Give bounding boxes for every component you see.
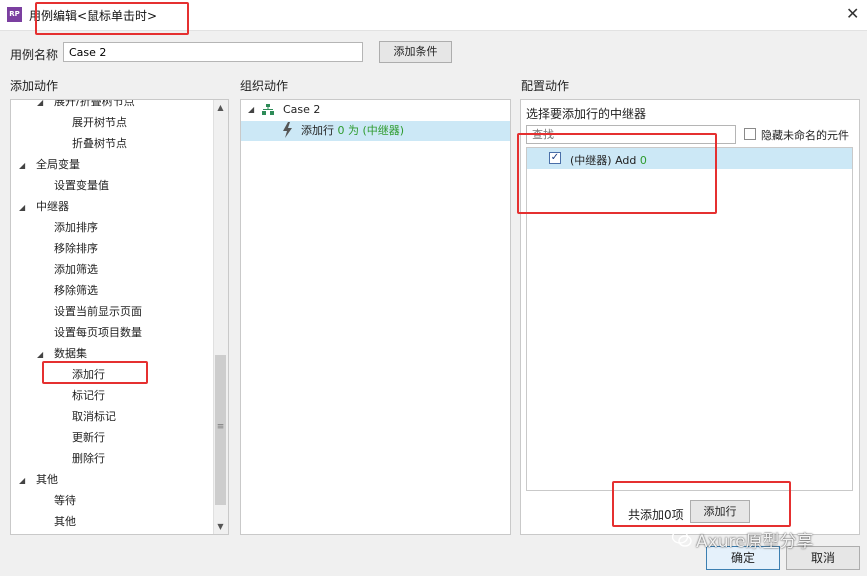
tree-item[interactable]: 移除排序: [54, 239, 98, 259]
tree-item[interactable]: 删除行: [72, 449, 105, 469]
add-action-title: 添加动作: [10, 79, 59, 93]
configure-action-title: 配置动作: [521, 79, 570, 93]
tree-expand-triangle-icon[interactable]: ◢: [19, 476, 25, 485]
tree-item[interactable]: 等待: [54, 491, 76, 511]
tree-expand-triangle-icon[interactable]: ◢: [19, 203, 25, 212]
repeater-checkbox[interactable]: ✓: [549, 152, 561, 164]
tree-item[interactable]: 更新行: [72, 428, 105, 448]
case-node[interactable]: Case 2: [283, 100, 320, 120]
case-name-label: 用例名称: [10, 48, 59, 62]
scrollbar-grip-icon: ≡: [216, 422, 225, 432]
added-count-text: 共添加0项: [628, 508, 684, 522]
tree-expand-triangle-icon[interactable]: ◢: [19, 161, 25, 170]
axure-app-icon: RP: [7, 7, 22, 22]
tree-expand-triangle-icon[interactable]: ◢: [37, 350, 43, 359]
add-action-tree: ◢ 展开/折叠树节点 展开树节点 折叠树节点 ◢ 全局变量 设置变量值 ◢ 中继器 添加排序 移除排…: [10, 99, 229, 535]
repeater-count: 0: [639, 154, 647, 167]
tree-item[interactable]: 其他: [36, 470, 58, 490]
close-icon[interactable]: ✕: [846, 4, 859, 23]
case-name-input[interactable]: [63, 42, 363, 62]
scroll-up-icon[interactable]: ▲: [213, 100, 228, 115]
tree-item[interactable]: 其他: [54, 512, 76, 532]
expand-triangle-icon[interactable]: ◢: [248, 105, 254, 114]
tree-item[interactable]: 添加筛选: [54, 260, 98, 280]
select-repeater-label: 选择要添加行的中继器: [526, 107, 647, 121]
window-title: 用例编辑<鼠标单击时>: [29, 9, 158, 23]
tree-item[interactable]: 展开树节点: [72, 113, 127, 133]
tree-item[interactable]: 标记行: [72, 386, 105, 406]
tree-item[interactable]: 展开/折叠树节点: [54, 100, 135, 112]
tree-item[interactable]: 全局变量: [36, 155, 80, 175]
tree-item[interactable]: 移除筛选: [54, 281, 98, 301]
tree-item[interactable]: 设置变量值: [54, 176, 109, 196]
tree-item[interactable]: 折叠树节点: [72, 134, 127, 154]
tree-item[interactable]: 数据集: [54, 344, 87, 364]
repeater-list: [526, 147, 853, 491]
lightning-bolt-icon: [283, 122, 292, 138]
action-name: 添加行: [301, 124, 334, 137]
organize-action-tree: [240, 99, 511, 535]
tree-item[interactable]: 设置当前显示页面: [54, 302, 142, 322]
tree-expand-triangle-icon[interactable]: ◢: [37, 100, 43, 107]
add-row-button[interactable]: 添加行: [690, 500, 750, 523]
scroll-down-icon[interactable]: ▼: [213, 519, 228, 534]
organize-action-title: 组织动作: [240, 79, 289, 93]
tree-item[interactable]: 设置每页项目数量: [54, 323, 142, 343]
add-condition-button[interactable]: 添加条件: [379, 41, 452, 63]
search-input[interactable]: [526, 125, 736, 144]
tree-item[interactable]: 取消标记: [72, 407, 116, 427]
watermark-text: Axure原型分享: [696, 532, 814, 552]
repeater-name: (中继器) Add: [570, 154, 637, 167]
hide-unnamed-label: 隐藏未命名的元件: [761, 129, 849, 142]
repeater-item-label: (中继器) Add 0: [570, 152, 647, 168]
action-detail: 0 为 (中继器): [337, 124, 405, 137]
hide-unnamed-checkbox[interactable]: [744, 128, 756, 140]
tree-item[interactable]: 添加排序: [54, 218, 98, 238]
case-hierarchy-icon: [262, 104, 274, 115]
tree-item[interactable]: 添加行: [72, 365, 105, 385]
action-node-label[interactable]: 添加行 0 为 (中继器): [301, 121, 404, 141]
tree-item[interactable]: 中继器: [36, 197, 69, 217]
